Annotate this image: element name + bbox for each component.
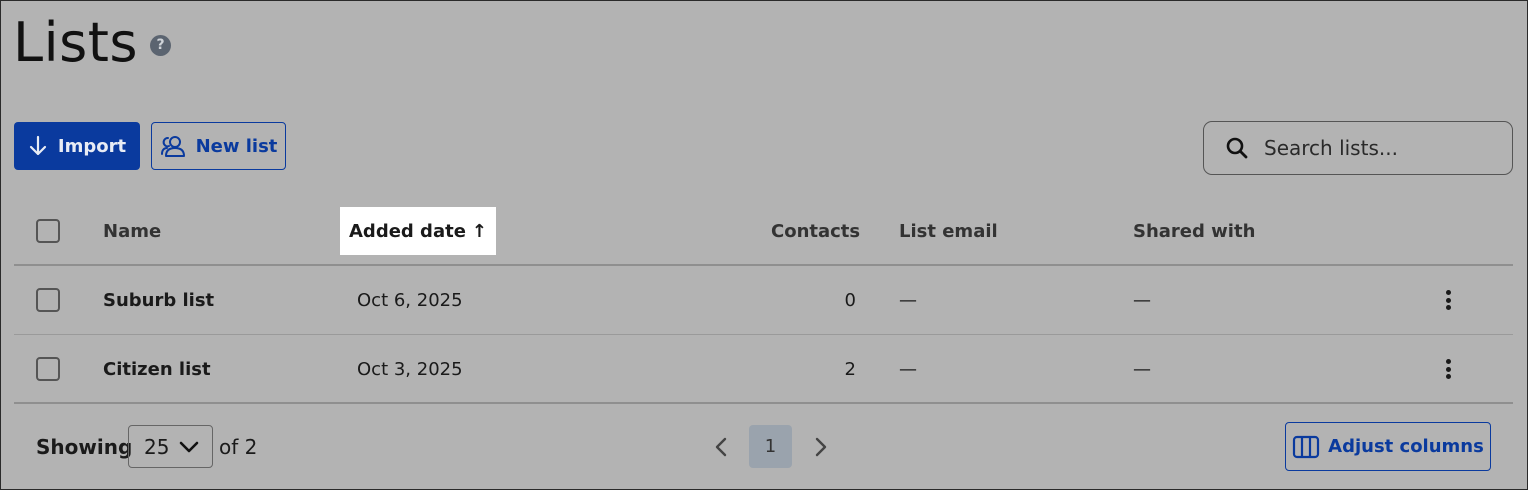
arrow-down-icon bbox=[29, 135, 47, 156]
import-button[interactable]: Import bbox=[14, 122, 140, 170]
new-list-button[interactable]: New list bbox=[151, 122, 286, 170]
row-divider bbox=[14, 334, 1513, 335]
footer-divider bbox=[14, 402, 1513, 404]
import-button-label: Import bbox=[57, 135, 127, 157]
adjust-columns-button[interactable]: Adjust columns bbox=[1285, 422, 1491, 471]
column-header-added-date[interactable]: Added date ↑ bbox=[340, 207, 496, 255]
column-header-contacts[interactable]: Contacts bbox=[771, 221, 860, 242]
search-box[interactable] bbox=[1203, 121, 1513, 175]
row-shared-with: — bbox=[1133, 290, 1151, 311]
chevron-down-icon bbox=[180, 441, 199, 452]
select-all-checkbox[interactable] bbox=[36, 219, 60, 243]
search-icon bbox=[1226, 137, 1248, 159]
row-added-date: Oct 3, 2025 bbox=[357, 359, 463, 380]
total-pages-label: of 2 bbox=[219, 435, 258, 459]
row-added-date: Oct 6, 2025 bbox=[357, 290, 463, 311]
chevron-right-icon[interactable] bbox=[811, 435, 831, 459]
columns-icon bbox=[1293, 435, 1320, 458]
sort-ascending-icon: ↑ bbox=[471, 220, 487, 242]
column-header-list-email[interactable]: List email bbox=[899, 221, 998, 242]
page-size-select[interactable]: 25 bbox=[128, 425, 213, 468]
row-contacts: 2 bbox=[844, 359, 856, 380]
row-contacts: 0 bbox=[844, 290, 856, 311]
column-header-name[interactable]: Name bbox=[103, 221, 161, 242]
row-list-email: — bbox=[899, 359, 917, 380]
row-checkbox[interactable] bbox=[36, 357, 60, 381]
pagination-page-current[interactable]: 1 bbox=[749, 425, 792, 468]
page-title: Lists bbox=[13, 11, 139, 74]
row-shared-with: — bbox=[1133, 359, 1151, 380]
new-list-button-label: New list bbox=[195, 135, 278, 157]
column-header-added-date-label: Added date bbox=[349, 220, 466, 242]
showing-label: Showing bbox=[36, 435, 133, 459]
row-checkbox[interactable] bbox=[36, 288, 60, 312]
chevron-left-icon[interactable] bbox=[711, 435, 731, 459]
row-list-email: — bbox=[899, 290, 917, 311]
search-input[interactable] bbox=[1264, 136, 1494, 160]
kebab-menu-icon[interactable] bbox=[1438, 287, 1458, 313]
row-name[interactable]: Suburb list bbox=[103, 290, 214, 311]
kebab-menu-icon[interactable] bbox=[1438, 356, 1458, 382]
header-divider bbox=[14, 264, 1513, 266]
help-icon[interactable]: ? bbox=[150, 35, 171, 56]
users-icon bbox=[160, 136, 185, 157]
row-name[interactable]: Citizen list bbox=[103, 359, 211, 380]
page-size-value: 25 bbox=[144, 434, 170, 459]
adjust-columns-label: Adjust columns bbox=[1328, 436, 1484, 457]
column-header-shared-with[interactable]: Shared with bbox=[1133, 221, 1255, 242]
